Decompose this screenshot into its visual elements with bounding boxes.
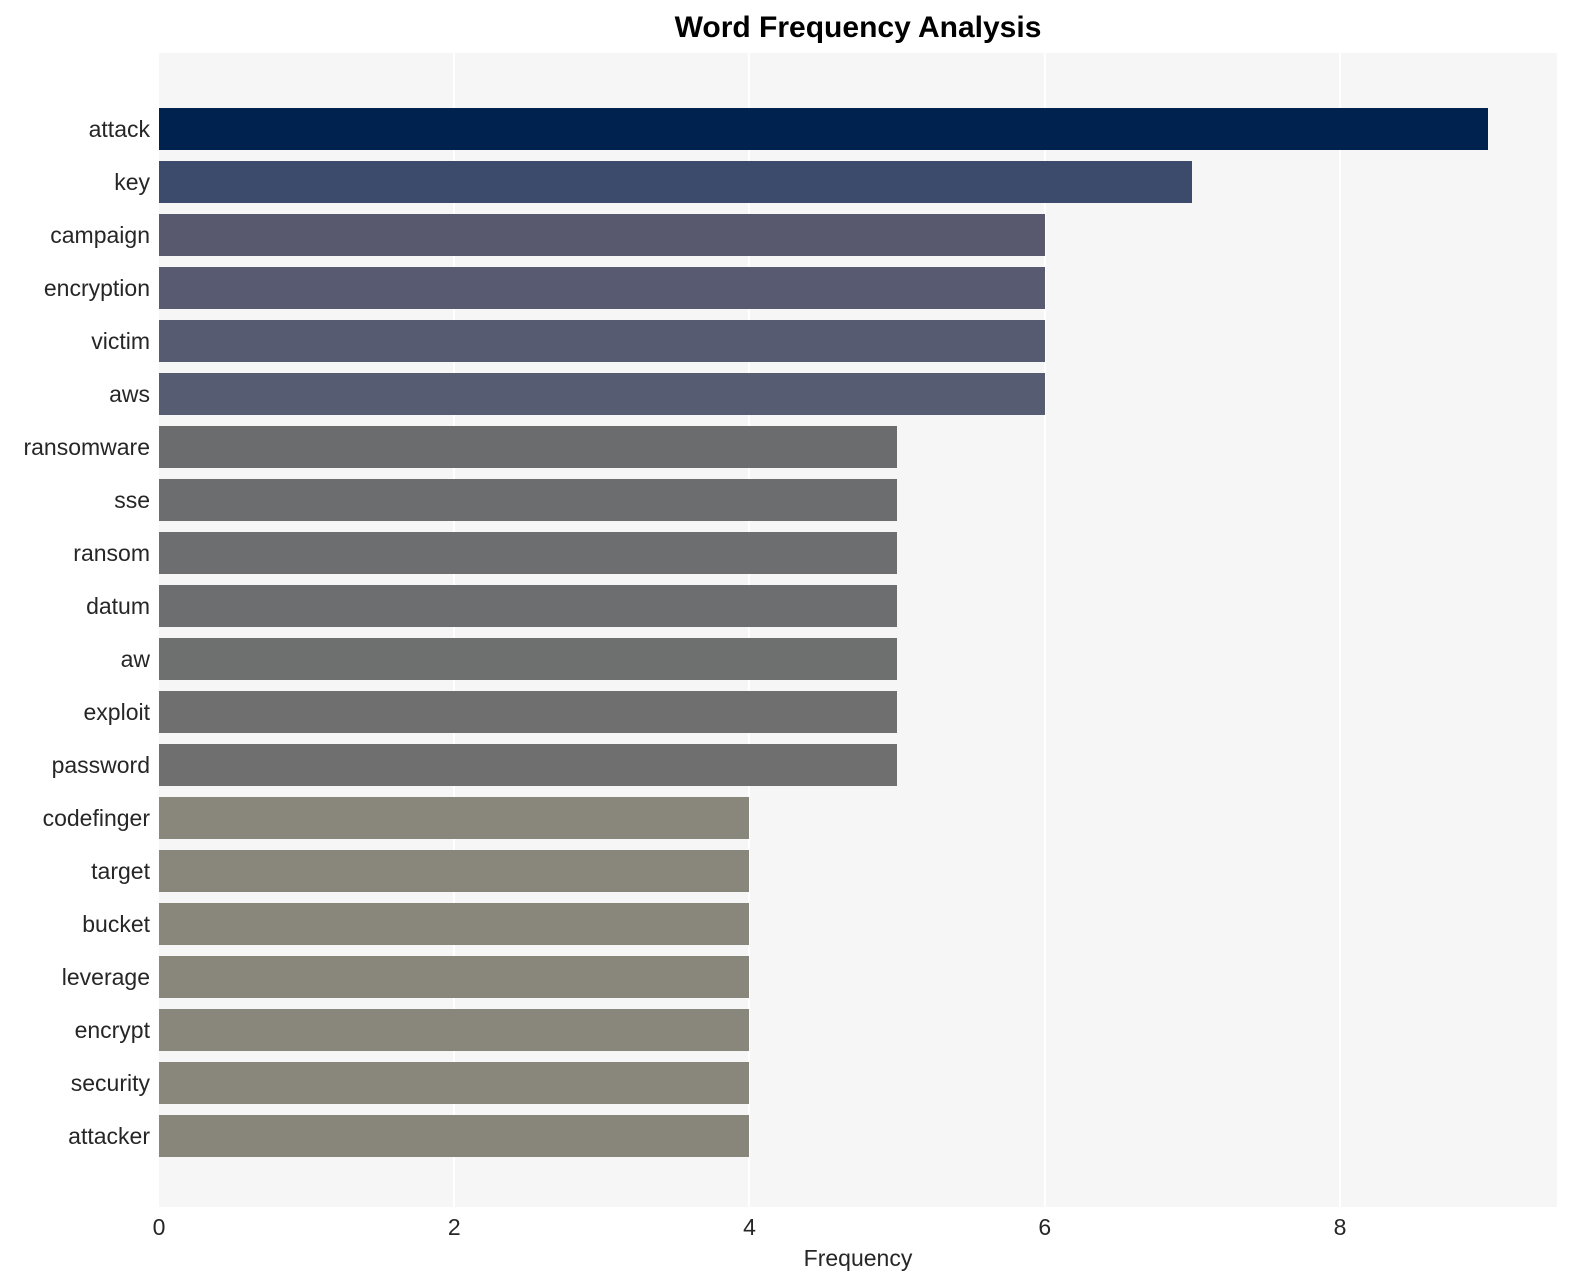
bar-fill [159, 1114, 750, 1157]
bar-fill [159, 478, 898, 521]
bar[interactable] [159, 266, 1045, 309]
y-axis-tick-label: ransomware [23, 433, 150, 460]
plot-area [159, 53, 1557, 1207]
y-axis-tick-label: exploit [83, 698, 150, 725]
y-axis-tick-label: leverage [61, 963, 150, 990]
bar[interactable] [159, 955, 750, 998]
y-axis-tick-label: encrypt [74, 1016, 150, 1043]
chart-title: Word Frequency Analysis [674, 11, 1042, 44]
y-axis-tick-label: encryption [43, 274, 150, 301]
bar-fill [159, 425, 898, 468]
x-axis-tick-label: 8 [1333, 1214, 1347, 1240]
bar-fill [159, 160, 1193, 203]
y-axis-tick-label: attacker [68, 1122, 150, 1149]
bar-fill [159, 955, 750, 998]
bar-fill [159, 690, 898, 733]
x-axis-tick-label: 0 [152, 1214, 166, 1240]
word-frequency-chart: Word Frequency Analysis attack key campaig… [0, 0, 1569, 1282]
y-axis-tick-label: password [51, 751, 150, 778]
y-axis-tick-label: bucket [82, 910, 150, 937]
bar[interactable] [159, 319, 1045, 362]
y-axis-tick-label: datum [86, 592, 150, 619]
bar-fill [159, 743, 898, 786]
bar[interactable] [159, 372, 1045, 415]
y-axis-tick-label: attack [88, 115, 150, 142]
bar[interactable] [159, 849, 750, 892]
bar[interactable] [159, 160, 1193, 203]
bar-fill [159, 107, 1488, 150]
bar[interactable] [159, 584, 898, 627]
bar[interactable] [159, 425, 898, 468]
x-axis-tick-label: 2 [447, 1214, 461, 1240]
bar-fill [159, 372, 1045, 415]
y-axis-tick-label: campaign [50, 221, 150, 248]
bar[interactable] [159, 478, 898, 521]
x-axis-tick-label: 6 [1038, 1214, 1052, 1240]
bar-fill [159, 319, 1045, 362]
bar-fill [159, 637, 898, 680]
bar-fill [159, 1008, 750, 1051]
y-axis-tick-label: security [70, 1069, 150, 1096]
bar[interactable] [159, 1114, 750, 1157]
x-axis-tick-label: 4 [743, 1214, 756, 1240]
y-axis-tick-label: aw [120, 645, 150, 672]
bar-fill [159, 902, 750, 945]
bar[interactable] [159, 1008, 750, 1051]
bar-fill [159, 584, 898, 627]
gridline [1338, 53, 1341, 1207]
bar-fill [159, 1061, 750, 1104]
x-axis-label: Frequency [803, 1245, 913, 1271]
bar-fill [159, 849, 750, 892]
bar[interactable] [159, 902, 750, 945]
y-axis-tick-label: codefinger [42, 804, 150, 831]
bar-fill [159, 796, 750, 839]
bar-fill [159, 266, 1045, 309]
bar[interactable] [159, 690, 898, 733]
y-axis-tick-label: victim [91, 327, 150, 354]
bar-fill [159, 531, 898, 574]
bar[interactable] [159, 531, 898, 574]
bar[interactable] [159, 637, 898, 680]
y-axis-tick-label: ransom [73, 539, 150, 566]
bar[interactable] [159, 213, 1045, 256]
bar[interactable] [159, 743, 898, 786]
y-axis-tick-label: key [114, 168, 150, 195]
y-axis-tick-label: target [91, 857, 150, 884]
y-axis-tick-label: aws [109, 380, 150, 407]
bar[interactable] [159, 107, 1488, 150]
bar[interactable] [159, 796, 750, 839]
y-axis-tick-label: sse [114, 486, 150, 513]
bar-fill [159, 213, 1045, 256]
bar[interactable] [159, 1061, 750, 1104]
